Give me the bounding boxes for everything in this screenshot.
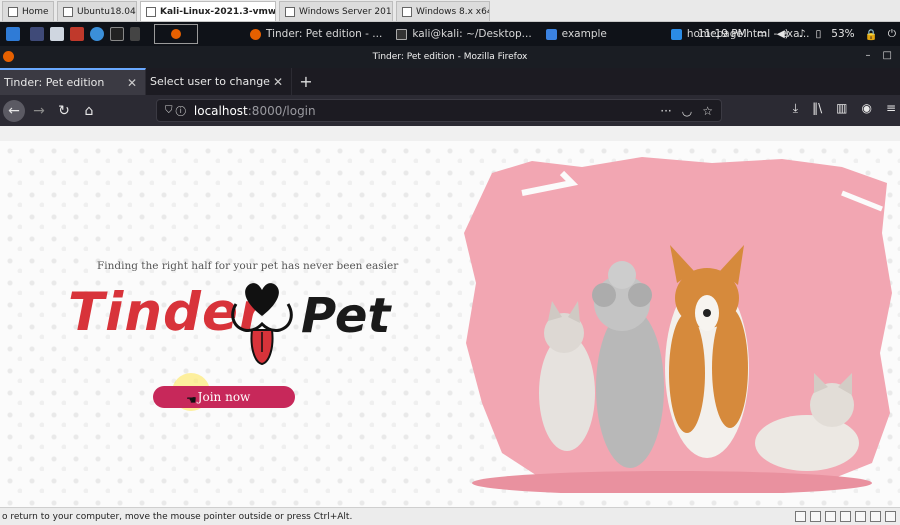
vm-tab-strip: Home × Ubuntu18.04 × Kali-Linux-2021.3-v… <box>0 0 900 22</box>
cdrom-icon[interactable] <box>810 511 821 522</box>
window-titlebar: Tinder: Pet edition - Mozilla Firefox – … <box>0 46 900 68</box>
vm-icon <box>402 6 412 17</box>
join-now-button[interactable]: Join now <box>153 386 295 408</box>
bookmark-star-icon[interactable]: ☆ <box>702 104 713 118</box>
home-icon <box>8 6 18 17</box>
firefox-icon <box>3 51 14 62</box>
maximize-icon[interactable]: □ <box>883 50 892 61</box>
task-label: kali@kali: ~/Desktop... <box>412 28 532 40</box>
text-editor-icon[interactable] <box>70 27 84 41</box>
shield-icon[interactable]: ⛉ ⓘ <box>165 105 186 116</box>
download-icon[interactable]: ⤓ <box>793 101 798 116</box>
panel-tray: 11:19 PM ▭ ◀) ♪ ▯ 53% 🔒 ⏻ <box>698 22 896 46</box>
close-icon[interactable]: ✕ <box>273 75 283 89</box>
battery-icon[interactable]: ▯ <box>815 28 821 40</box>
vm-status-bar: o return to your computer, move the mous… <box>0 507 900 525</box>
logo-text-right: Pet <box>301 288 391 344</box>
vm-tab-kali[interactable]: Kali-Linux-2021.3-vmwar... × <box>140 1 276 21</box>
taskbar-item-firefox[interactable]: Tinder: Pet edition - ... <box>250 28 382 40</box>
printer-icon[interactable] <box>870 511 881 522</box>
network-icon[interactable] <box>825 511 836 522</box>
forward-icon[interactable]: → <box>28 100 50 122</box>
url-path: :8000/login <box>247 103 316 118</box>
vm-tab-label: Kali-Linux-2021.3-vmwar... <box>160 6 276 17</box>
power-icon[interactable]: ⏻ <box>888 28 896 41</box>
page-actions-icon[interactable]: ··· <box>660 104 671 118</box>
account-icon[interactable]: ◉ <box>861 101 871 116</box>
volume-icon[interactable]: ◀) <box>777 28 789 40</box>
vm-tab-home[interactable]: Home × <box>2 1 54 21</box>
menu-icon[interactable]: ≡ <box>886 101 896 116</box>
display-icon[interactable]: ▭ <box>757 28 767 40</box>
pets-photo <box>464 157 892 493</box>
terminal-icon[interactable] <box>110 27 124 41</box>
vm-tab-winserver[interactable]: Windows Server 2016 × <box>279 1 393 21</box>
browser-tabbar: Tinder: Pet edition ✕ Select user to cha… <box>0 68 900 95</box>
tab-label: Tinder: Pet edition <box>4 76 105 89</box>
vm-tab-ubuntu[interactable]: Ubuntu18.04 × <box>57 1 137 21</box>
vm-icon <box>285 6 295 17</box>
browser-navbar: ← → ↻ ⌂ ⛉ ⓘ localhost:8000/login ··· ◡ ☆… <box>0 95 900 126</box>
kali-menu-icon[interactable] <box>6 27 20 41</box>
workspace-icon[interactable] <box>30 27 44 41</box>
clock[interactable]: 11:19 PM <box>698 28 747 40</box>
library-icon[interactable]: ‖\ <box>812 101 822 116</box>
vm-icon <box>146 6 156 17</box>
folder-icon <box>545 28 557 40</box>
tab-label: Select user to change | Djang <box>150 75 272 88</box>
vm-tab-label: Windows Server 2016 <box>299 6 393 17</box>
reload-icon[interactable]: ↻ <box>53 100 75 122</box>
url-host: localhost <box>193 103 248 118</box>
browser-tab-tinder[interactable]: Tinder: Pet edition ✕ <box>0 68 146 95</box>
page-tagline: Finding the right half for your pet has … <box>97 260 399 272</box>
vm-tab-win8[interactable]: Windows 8.x x64 × <box>396 1 490 21</box>
corgi <box>665 245 749 458</box>
close-icon[interactable]: ✕ <box>127 76 137 90</box>
new-tab-icon[interactable]: + <box>292 68 320 95</box>
sidebar-icon[interactable]: ▥ <box>836 101 847 116</box>
hdd-icon[interactable] <box>795 511 806 522</box>
taskbar-item-terminal[interactable]: kali@kali: ~/Desktop... <box>396 28 532 40</box>
lock-icon[interactable]: 🔒 <box>865 28 878 41</box>
chevron-down-icon[interactable] <box>130 27 140 41</box>
firefox-icon <box>250 28 261 40</box>
workspace-switcher[interactable] <box>154 24 198 44</box>
task-label: Tinder: Pet edition - ... <box>266 28 383 40</box>
browser-tab-django[interactable]: Select user to change | Djang ✕ <box>146 68 292 95</box>
back-icon[interactable]: ← <box>3 99 25 122</box>
firefox-icon <box>171 29 181 39</box>
desktop-panel: Tinder: Pet edition - ... kali@kali: ~/D… <box>0 22 900 46</box>
taskbar-item-folder[interactable]: example <box>545 28 607 40</box>
browser-icon[interactable] <box>90 27 104 41</box>
usb-icon[interactable] <box>840 511 851 522</box>
battery-level: 53% <box>831 28 855 40</box>
display-icon[interactable] <box>885 511 896 522</box>
minimize-icon[interactable]: – <box>866 50 871 61</box>
home-icon[interactable]: ⌂ <box>78 100 100 122</box>
vm-tab-label: Ubuntu18.04 <box>77 6 136 17</box>
file-manager-icon[interactable] <box>50 27 64 41</box>
vscode-icon <box>670 28 682 40</box>
sound-icon[interactable] <box>855 511 866 522</box>
terminal-icon <box>396 28 408 40</box>
status-message: o return to your computer, move the mous… <box>2 511 353 522</box>
vm-icon <box>63 6 73 17</box>
vm-tab-label: Windows 8.x x64 <box>416 6 490 17</box>
task-label: example <box>561 28 607 40</box>
dog-logo-icon <box>231 283 293 366</box>
url-bar[interactable]: ⛉ ⓘ localhost:8000/login ··· ◡ ☆ <box>156 99 722 122</box>
page-content: Finding the right half for your pet has … <box>0 141 900 507</box>
vm-tab-label: Home <box>22 6 49 17</box>
bell-icon[interactable]: ♪ <box>799 28 806 40</box>
pocket-icon[interactable]: ◡ <box>682 104 692 118</box>
window-title: Tinder: Pet edition - Mozilla Firefox <box>372 52 528 62</box>
hand-cursor-icon: ☚ <box>186 393 197 407</box>
